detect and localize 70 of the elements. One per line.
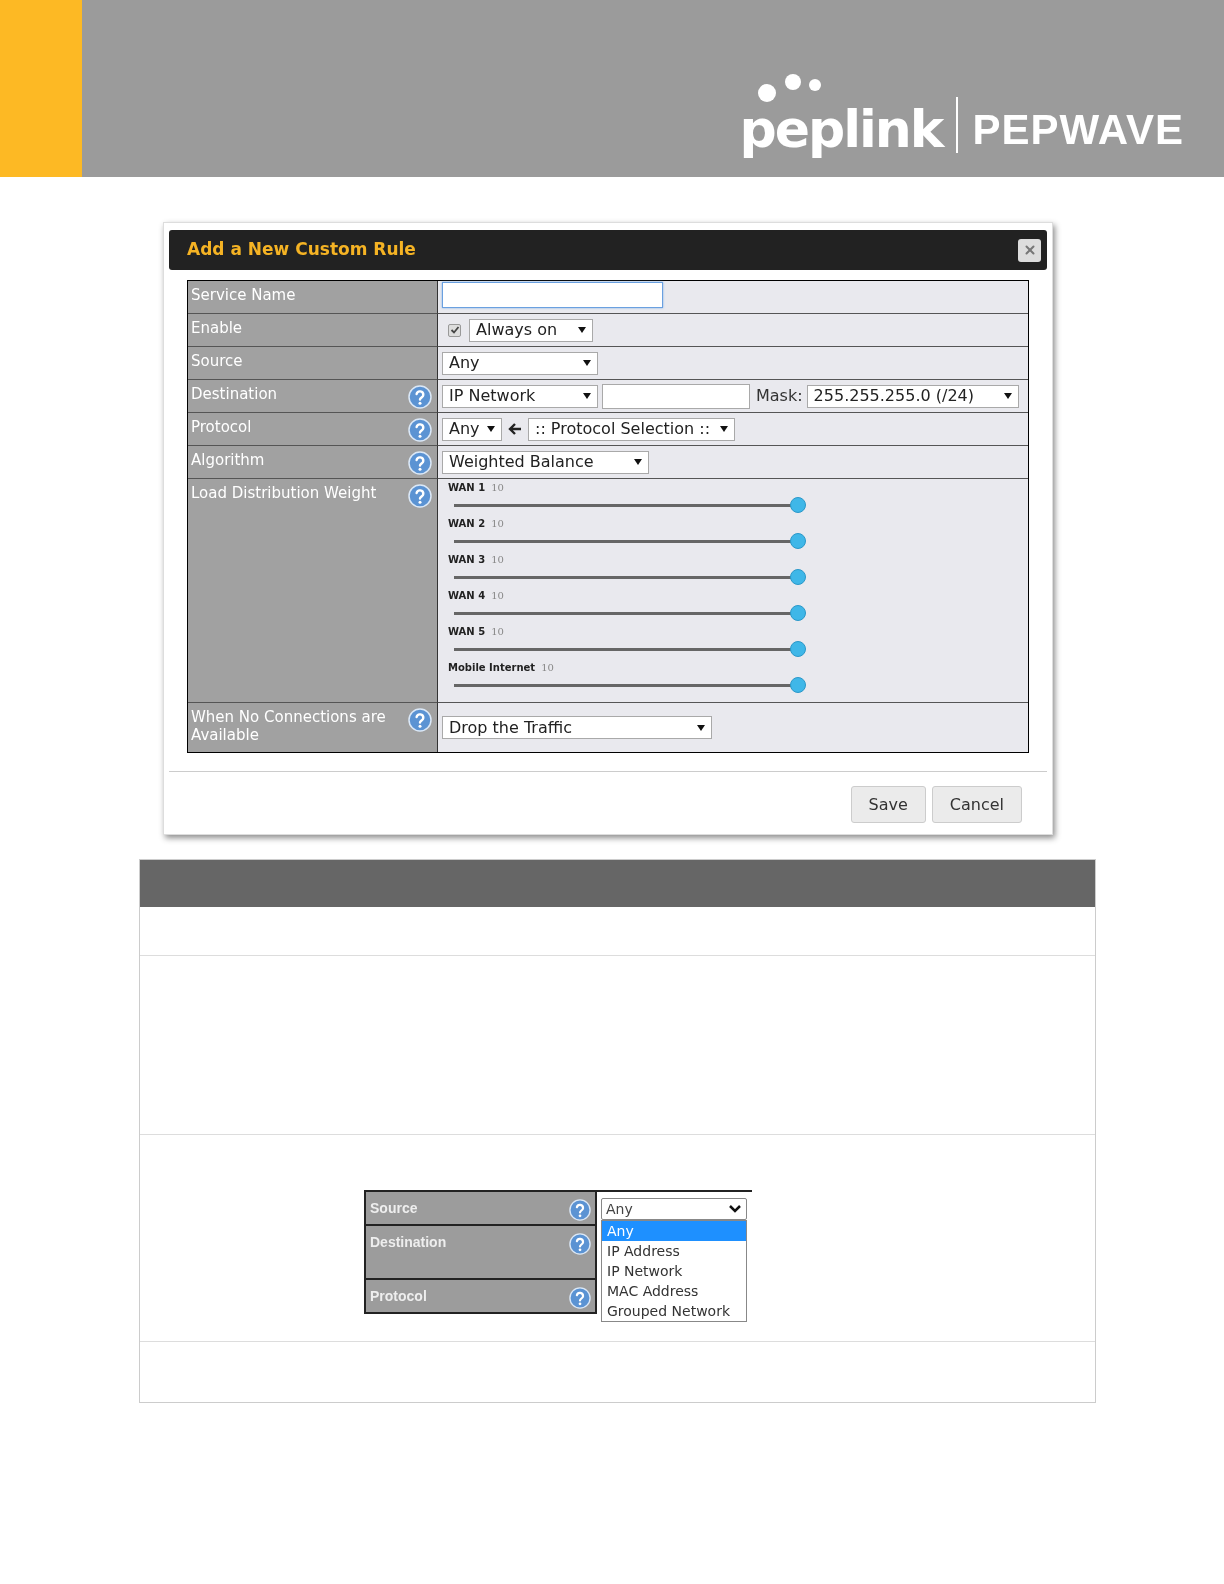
field-label: When No Connections are Available	[191, 708, 387, 744]
mask-label: Mask:	[756, 385, 803, 407]
checkbox[interactable]	[448, 323, 461, 337]
help-icon[interactable]	[408, 451, 432, 475]
caret-icon	[634, 459, 642, 465]
slider-value: 10	[491, 553, 504, 567]
help-icon[interactable]	[408, 708, 432, 732]
slider-thumb[interactable]	[790, 677, 806, 693]
caret-icon	[583, 360, 591, 366]
close-icon	[1022, 243, 1037, 257]
slider-thumb[interactable]	[790, 569, 806, 585]
caret-icon	[1003, 393, 1012, 399]
field-label: Destination	[191, 385, 278, 403]
dropdown[interactable]: 255.255.255.0 (/24)	[806, 384, 1019, 408]
dropdown[interactable]: Weighted Balance	[442, 450, 649, 474]
slider-value: 10	[491, 517, 504, 531]
help-icon[interactable]	[408, 484, 432, 508]
dropdown[interactable]: Always on	[469, 318, 593, 342]
network-field[interactable]	[602, 383, 750, 409]
caret-icon	[583, 393, 591, 399]
slider-thumb[interactable]	[790, 533, 806, 549]
slider-label: WAN 1	[448, 481, 486, 495]
slider-value: 10	[491, 589, 504, 603]
field-label: Enable	[191, 319, 243, 337]
dropdown[interactable]: Any	[442, 417, 502, 441]
field-label: Load Distribution Weight	[191, 484, 377, 502]
dialog-button[interactable]: Cancel	[931, 786, 1022, 823]
slider-thumb[interactable]	[790, 605, 806, 621]
slider-label: WAN 5	[448, 625, 486, 639]
slider-value: 10	[491, 481, 504, 495]
dialog-title: Add a New Custom Rule	[187, 238, 416, 262]
dialog-button[interactable]: Save	[850, 786, 926, 823]
slider-label: WAN 3	[448, 553, 486, 567]
slider-thumb[interactable]	[790, 641, 806, 657]
slider-thumb[interactable]	[790, 497, 806, 513]
service-name-field[interactable]	[442, 282, 663, 308]
caret-icon	[720, 426, 728, 432]
left-arrow-icon	[508, 422, 522, 436]
help-icon[interactable]	[408, 418, 432, 442]
dropdown[interactable]: Any	[601, 1198, 747, 1220]
caret-icon	[487, 426, 495, 432]
dropdown[interactable]: IP Network	[442, 384, 598, 408]
help-icon[interactable]	[569, 1199, 591, 1221]
slider-label: WAN 4	[448, 589, 486, 603]
field-label: Service Name	[191, 286, 296, 304]
field-label: Source	[191, 352, 243, 370]
menu-option[interactable]: Grouped Network	[602, 1301, 746, 1321]
dropdown[interactable]: :: Protocol Selection ::	[528, 417, 735, 441]
dropdown[interactable]: Any	[442, 351, 598, 375]
field-label: Algorithm	[191, 451, 265, 469]
slider-value: 10	[541, 661, 554, 675]
field-label: Protocol	[370, 1287, 427, 1305]
field-label: Destination	[370, 1233, 447, 1251]
close-button[interactable]	[1018, 238, 1041, 262]
chevron-icon	[728, 1204, 742, 1214]
slider-label: WAN 2	[448, 517, 486, 531]
menu-option[interactable]: IP Network	[602, 1261, 746, 1281]
menu-option[interactable]: MAC Address	[602, 1281, 746, 1301]
caret-icon	[578, 327, 586, 333]
slider-label: Mobile Internet	[448, 661, 536, 675]
dropdown[interactable]: Drop the Traffic	[442, 716, 712, 739]
caret-icon	[697, 724, 705, 731]
field-label: Protocol	[191, 418, 252, 436]
menu-option[interactable]: IP Address	[602, 1241, 746, 1261]
brand-text: PEPWAVE	[972, 105, 1184, 155]
slider-value: 10	[491, 625, 504, 639]
help-icon[interactable]	[569, 1233, 591, 1255]
help-icon[interactable]	[569, 1287, 591, 1309]
field-label: Source	[370, 1199, 418, 1217]
help-icon[interactable]	[408, 385, 432, 409]
